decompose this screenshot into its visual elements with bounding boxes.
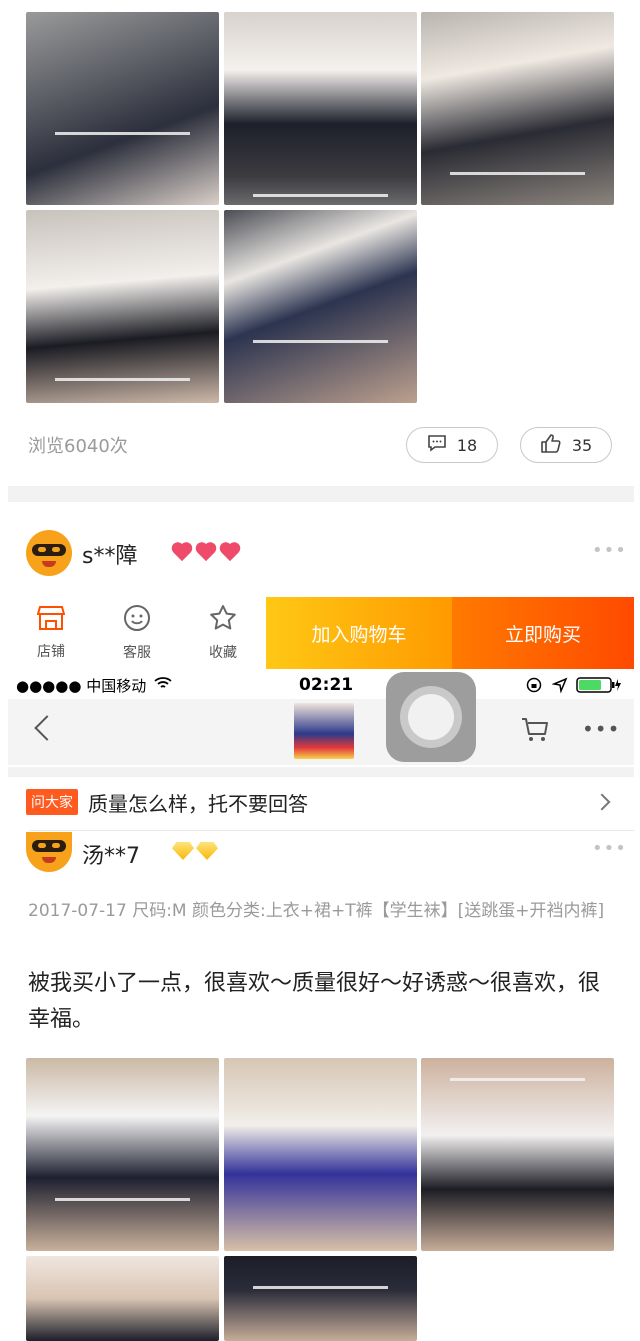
review-photo[interactable] [421,12,614,205]
avatar[interactable] [26,832,72,872]
more-options-icon[interactable]: ••• [592,838,627,859]
shop-icon [36,605,66,635]
like-button[interactable]: 35 [520,427,612,463]
ask-tag: 问大家 [26,789,78,815]
more-options-icon[interactable]: ••• [592,540,627,561]
cart-icon[interactable] [520,715,550,749]
review-photo[interactable] [421,1058,614,1251]
review-photo[interactable] [26,210,219,403]
ask-question: 质量怎么样，托不要回答 [88,791,308,816]
chevron-right-icon [593,793,611,811]
thumbs-up-icon [540,433,562,457]
service-icon [123,604,151,636]
diamond-icon [196,842,218,860]
product-thumbnail[interactable] [294,703,354,759]
comment-count: 18 [456,435,478,455]
diamond-level-badge [172,842,218,860]
divider [8,767,634,777]
buy-now-button[interactable]: 立即购买 [452,597,634,669]
review-photo[interactable] [224,210,417,403]
clock: 02:21 [299,675,354,695]
heart-icon [172,543,194,563]
nav-bar: ••• [8,699,634,765]
location-icon [551,677,568,697]
avatar[interactable] [26,530,72,576]
divider [30,830,634,831]
back-icon[interactable] [34,715,60,741]
reviewer-name: s**障 [82,544,138,569]
review-photo[interactable] [224,1058,417,1251]
status-bar: ●●●●● 中国移动 02:21 [8,671,634,699]
diamond-icon [172,842,194,860]
review-photo[interactable] [26,1256,219,1341]
section-divider [8,486,634,502]
star-icon [209,604,237,636]
review-photo[interactable] [224,12,417,205]
add-to-cart-button[interactable]: 加入购物车 [266,597,452,669]
favorite-label: 收藏 [209,645,237,661]
review-photo[interactable] [224,1256,417,1341]
battery-icon [576,677,622,697]
wifi-icon [154,676,172,694]
shop-label: 店铺 [37,644,65,660]
customer-service-button[interactable]: 客服 [94,597,180,669]
view-count: 浏览6040次 [28,436,128,457]
like-count: 35 [571,435,593,455]
heart-icon [220,543,242,563]
review-meta: 2017-07-17 尺码:M 颜色分类:上衣+裙+T裤【学生袜】[送跳蛋+开裆… [28,901,605,921]
review-photo[interactable] [26,1058,219,1251]
comment-icon [427,434,447,456]
heart-icon [196,543,218,563]
favorite-button[interactable]: 收藏 [180,597,266,669]
shop-button[interactable]: 店铺 [8,597,94,669]
orientation-lock-icon [526,677,542,697]
review-text: 被我买小了一点，很喜欢～质量很好～好诱惑～很喜欢，很幸福。 [28,971,601,1032]
more-menu-icon[interactable]: ••• [582,717,620,741]
service-label: 客服 [123,645,151,661]
reviewer-name: 汤**7 [82,844,140,869]
action-bar: 店铺 客服 收藏 加入购物车 立即购买 [8,597,634,669]
comment-button[interactable]: 18 [406,427,498,463]
review-photo[interactable] [26,12,219,205]
ask-everyone-row[interactable]: 问大家 质量怎么样，托不要回答 [8,777,634,827]
carrier-label: ●●●●● 中国移动 [16,676,147,695]
heart-level-badge [172,543,242,563]
assistive-touch-button[interactable] [386,672,476,762]
